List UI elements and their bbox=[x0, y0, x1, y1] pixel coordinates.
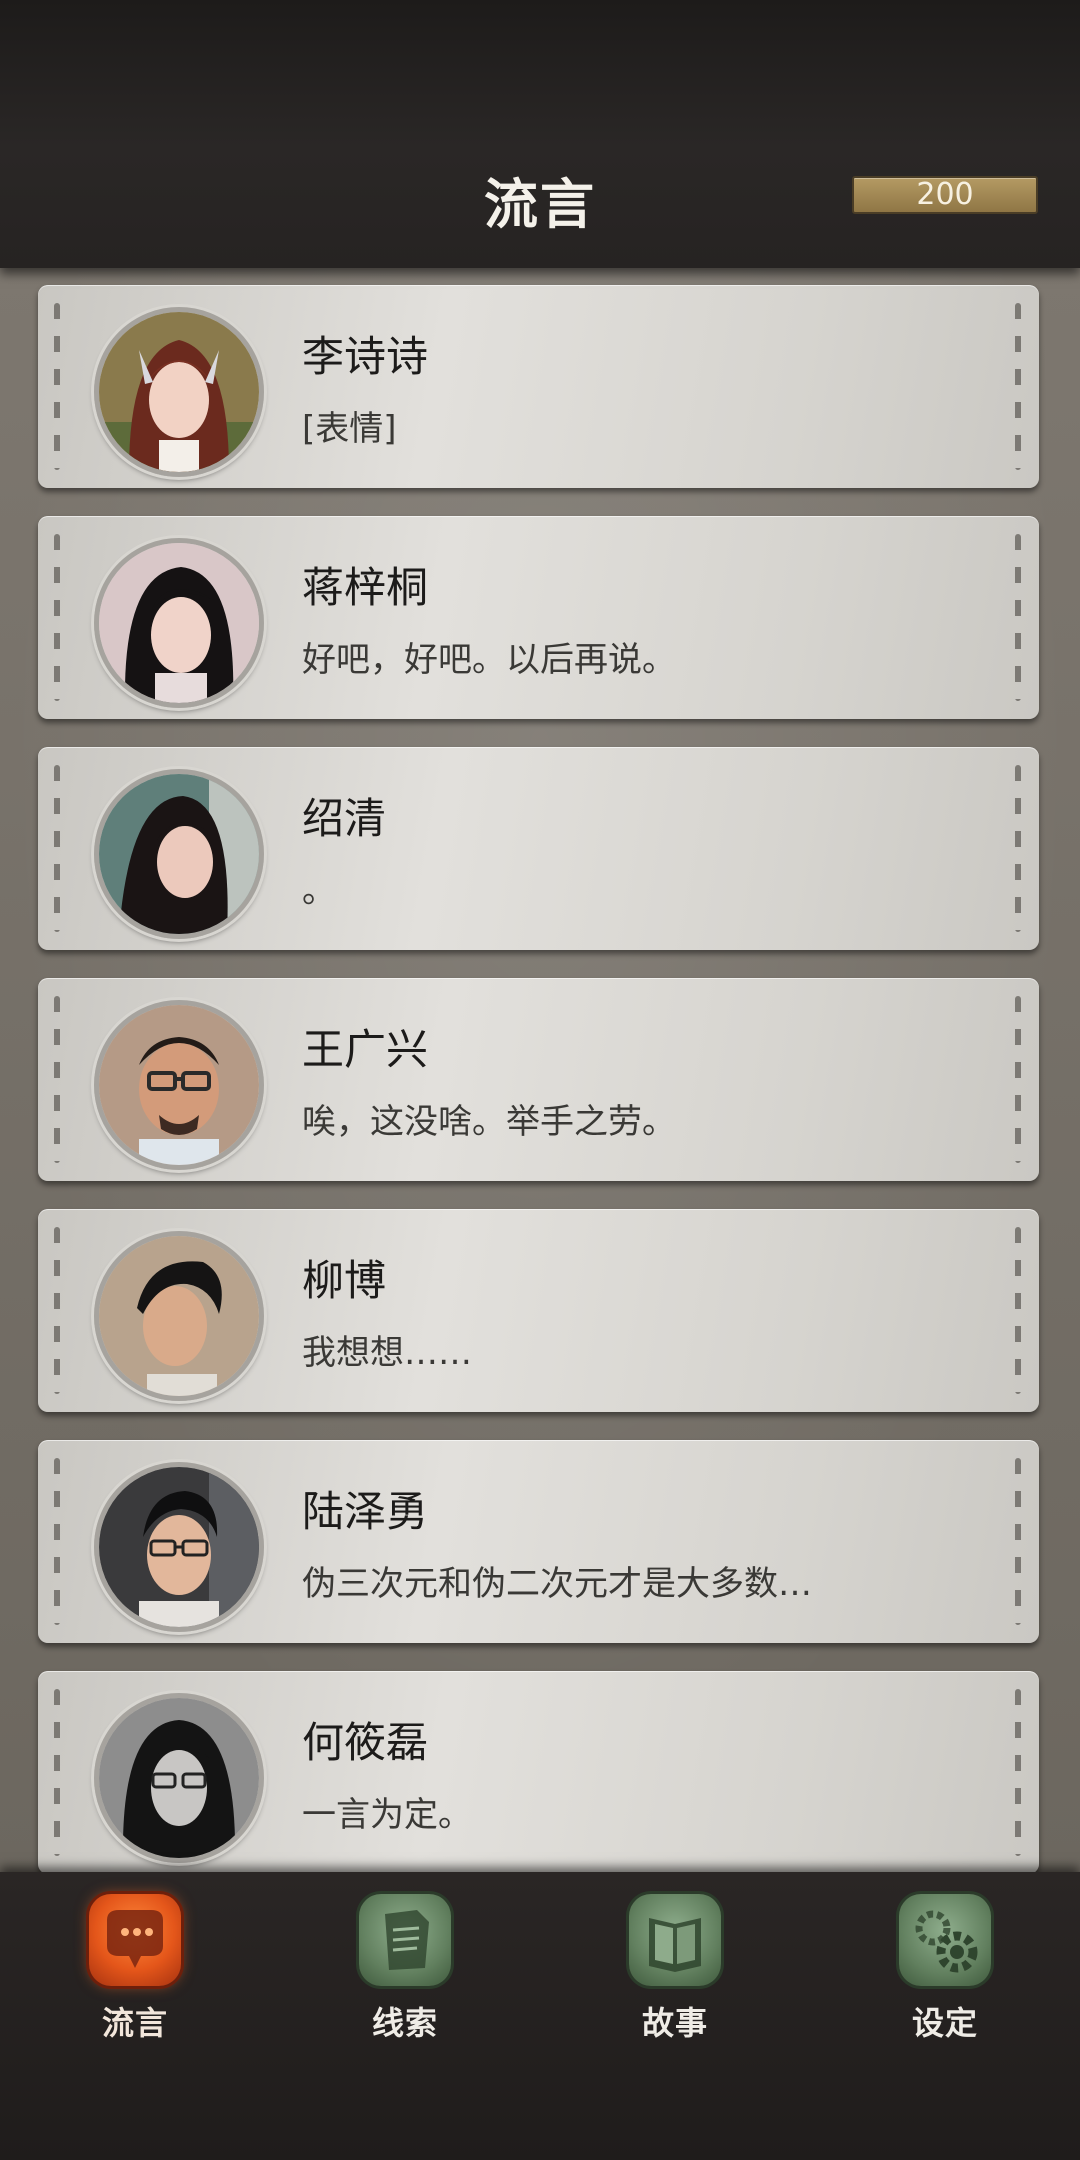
man-long-hair-glasses-avatar bbox=[94, 1693, 264, 1863]
tab-label: 流言 bbox=[101, 2004, 168, 2042]
contact-card[interactable]: 蒋梓桐 好吧，好吧。以后再说。 bbox=[38, 516, 1039, 719]
contact-last-message: 一言为定。 bbox=[302, 1795, 472, 1835]
man-slick-hair-avatar bbox=[94, 1231, 264, 1401]
stitch-decoration bbox=[54, 1227, 60, 1394]
contact-name: 李诗诗 bbox=[302, 332, 429, 381]
currency-counter: 200 bbox=[852, 176, 1038, 214]
tab-label: 设定 bbox=[911, 2004, 978, 2042]
contact-last-message: [表情] bbox=[302, 409, 397, 449]
contact-last-message: 好吧，好吧。以后再说。 bbox=[302, 640, 676, 680]
woman-long-black-hair-avatar bbox=[94, 769, 264, 939]
man-glasses-smiling-avatar bbox=[94, 1462, 264, 1632]
tab-settings[interactable]: 设定 bbox=[865, 1894, 1025, 2044]
rumor-list: 李诗诗 [表情] 蒋梓桐 好吧，好吧。以后再说。 绍清 。 王广兴 唉，这没啥。… bbox=[0, 268, 1080, 1872]
stitch-decoration bbox=[1015, 1689, 1021, 1856]
stitch-decoration bbox=[1015, 303, 1021, 470]
story-book-icon bbox=[629, 1894, 721, 1986]
bottom-nav: 流言 线索 故事 设定 bbox=[0, 1872, 1080, 2160]
tab-story[interactable]: 故事 bbox=[595, 1894, 755, 2044]
contact-name: 王广兴 bbox=[302, 1025, 429, 1074]
woman-dark-hair-avatar bbox=[94, 538, 264, 708]
contact-last-message: 唉，这没啥。举手之劳。 bbox=[302, 1102, 676, 1142]
stitch-decoration bbox=[54, 534, 60, 701]
contact-name: 何筱磊 bbox=[302, 1718, 429, 1767]
stitch-decoration bbox=[1015, 1227, 1021, 1394]
contact-last-message: 。 bbox=[302, 871, 336, 911]
contact-name: 蒋梓桐 bbox=[302, 563, 429, 612]
contact-name: 陆泽勇 bbox=[302, 1487, 429, 1536]
stitch-decoration bbox=[54, 1458, 60, 1625]
contact-card[interactable]: 何筱磊 一言为定。 bbox=[38, 1671, 1039, 1872]
stitch-decoration bbox=[54, 303, 60, 470]
tab-rumors[interactable]: 流言 bbox=[55, 1894, 215, 2044]
stitch-decoration bbox=[1015, 534, 1021, 701]
contact-card[interactable]: 王广兴 唉，这没啥。举手之劳。 bbox=[38, 978, 1039, 1181]
contact-card[interactable]: 绍清 。 bbox=[38, 747, 1039, 950]
tab-clues[interactable]: 线索 bbox=[325, 1894, 485, 2044]
stitch-decoration bbox=[1015, 1458, 1021, 1625]
chat-bubble-icon bbox=[89, 1894, 181, 1986]
contact-card[interactable]: 李诗诗 [表情] bbox=[38, 285, 1039, 488]
stitch-decoration bbox=[1015, 765, 1021, 932]
contact-name: 绍清 bbox=[302, 794, 387, 843]
stitch-decoration bbox=[54, 765, 60, 932]
contact-last-message: 我想想…… bbox=[302, 1333, 472, 1373]
man-glasses-beard-avatar bbox=[94, 1000, 264, 1170]
contact-name: 柳博 bbox=[302, 1256, 387, 1305]
contact-card[interactable]: 柳博 我想想…… bbox=[38, 1209, 1039, 1412]
contact-last-message: 伪三次元和伪二次元才是大多数… bbox=[302, 1564, 812, 1604]
settings-gear-icon bbox=[899, 1894, 991, 1986]
top-bar: 流言 200 bbox=[0, 0, 1080, 268]
stitch-decoration bbox=[54, 1689, 60, 1856]
clue-paper-icon bbox=[359, 1894, 451, 1986]
woman-silver-hairclip-avatar bbox=[94, 307, 264, 477]
tab-label: 线索 bbox=[371, 2004, 438, 2042]
stitch-decoration bbox=[54, 996, 60, 1163]
tab-label: 故事 bbox=[641, 2004, 708, 2042]
contact-card[interactable]: 陆泽勇 伪三次元和伪二次元才是大多数… bbox=[38, 1440, 1039, 1643]
stitch-decoration bbox=[1015, 996, 1021, 1163]
